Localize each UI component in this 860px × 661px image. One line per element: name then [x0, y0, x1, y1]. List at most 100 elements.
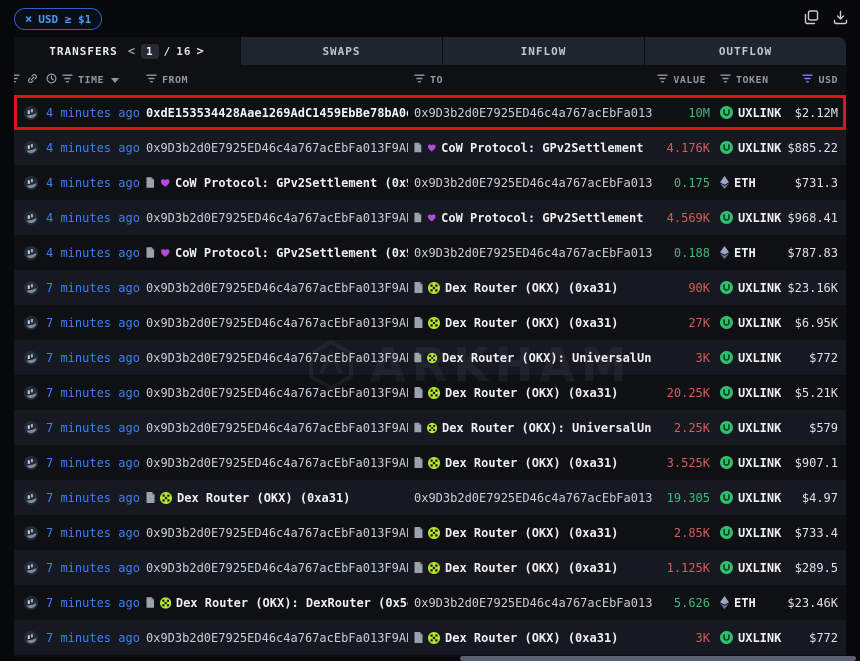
entity-link[interactable]: Dex Router (OKX) (0xa31) — [414, 386, 618, 400]
chain-explorer-cell[interactable] — [14, 596, 40, 610]
time-link[interactable]: 7 minutes ago — [40, 316, 140, 330]
table-row[interactable]: 7 minutes ago 0x9D3b2d0E7925ED46c4a767acE… — [14, 340, 846, 375]
address-link[interactable]: 0x9D3b2d0E7925ED46c4a767acEbFa013F9AB… — [146, 281, 408, 295]
table-row[interactable]: 7 minutes ago 0x9D3b2d0E7925ED46c4a767acE… — [14, 305, 846, 340]
address-link[interactable]: 0x9D3b2d0E7925ED46c4a767acEbFa013F9AB… — [146, 316, 408, 330]
chain-explorer-cell[interactable] — [14, 421, 40, 435]
time-link[interactable]: 7 minutes ago — [40, 596, 140, 610]
entity-link[interactable]: Dex Router (OKX) (0xa31) — [414, 561, 618, 575]
time-link[interactable]: 7 minutes ago — [40, 526, 140, 540]
tab-inflow[interactable]: INFLOW — [442, 37, 644, 65]
time-link[interactable]: 7 minutes ago — [40, 386, 140, 400]
token-cell[interactable]: UXLINK — [714, 526, 784, 540]
table-row[interactable]: 7 minutes ago0x9D3b2d0E7925ED46c4a767acE… — [14, 445, 846, 480]
token-cell[interactable]: UXLINK — [714, 491, 784, 505]
chain-explorer-cell[interactable] — [14, 281, 40, 295]
column-header-time[interactable]: TIME — [40, 73, 140, 87]
tab-outflow[interactable]: OUTFLOW — [644, 37, 846, 65]
token-cell[interactable]: UXLINK — [714, 631, 784, 645]
time-link[interactable]: 7 minutes ago — [40, 281, 140, 295]
table-row[interactable]: 7 minutes ago 0x9D3b2d0E7925ED46c4a767acE… — [14, 620, 846, 655]
token-cell[interactable]: UXLINK — [714, 316, 784, 330]
time-link[interactable]: 4 minutes ago — [40, 211, 140, 225]
table-row[interactable]: 4 minutes ago CoW Protocol: GPv2Settlemen… — [14, 165, 846, 200]
address-link[interactable]: 0x9D3b2d0E7925ED46c4a767acEbFa013F9AB… — [146, 141, 408, 155]
chain-explorer-cell[interactable] — [14, 561, 40, 575]
column-header-to[interactable]: TO — [408, 74, 652, 86]
chain-explorer-cell[interactable] — [14, 106, 40, 120]
copy-icon[interactable] — [804, 10, 819, 29]
address-link[interactable]: 0x9D3b2d0E7925ED46c4a767acEbFa013F9AB… — [414, 596, 652, 610]
chain-explorer-cell[interactable] — [14, 456, 40, 470]
token-cell[interactable]: UXLINK — [714, 211, 784, 225]
time-link[interactable]: 7 minutes ago — [40, 456, 140, 470]
token-cell[interactable]: ETH — [714, 246, 784, 260]
entity-link[interactable]: Dex Router (OKX) (0xa31) — [414, 526, 618, 540]
table-row[interactable]: 7 minutes ago Dex Router (OKX): DexRouter… — [14, 585, 846, 620]
horizontal-scrollbar[interactable] — [460, 656, 856, 661]
entity-link[interactable]: Dex Router (OKX) (0xa31) — [414, 631, 618, 645]
time-link[interactable]: 7 minutes ago — [40, 351, 140, 365]
column-header-from[interactable]: FROM — [140, 74, 408, 86]
table-row[interactable]: 7 minutes agoDex Router (OKX) (0xa31)0x9… — [14, 480, 846, 515]
address-link[interactable]: 0x9D3b2d0E7925ED46c4a767acEbFa013F9AB… — [414, 106, 652, 120]
entity-link[interactable]: Dex Router (OKX) (0xa31) — [414, 316, 618, 330]
entity-link[interactable]: Dex Router (OKX) (0xa31) — [414, 281, 618, 295]
filter-icon[interactable] — [657, 74, 668, 86]
filter-icon[interactable] — [720, 74, 731, 86]
download-icon[interactable] — [833, 10, 848, 29]
entity-link[interactable]: Dex Router (OKX): DexRouter (0x5e… — [146, 596, 408, 610]
entity-link[interactable]: Dex Router (OKX) (0xa31) — [146, 491, 350, 505]
table-row[interactable]: 4 minutes ago 0x9D3b2d0E7925ED46c4a767acE… — [14, 200, 846, 235]
address-link[interactable]: 0x9D3b2d0E7925ED46c4a767acEbFa013F9AB… — [146, 561, 408, 575]
entity-link[interactable]: CoW Protocol: GPv2Settlement (0x9… — [146, 176, 408, 190]
column-header-token[interactable]: TOKEN — [714, 74, 784, 86]
time-link[interactable]: 7 minutes ago — [40, 561, 140, 575]
chain-explorer-cell[interactable] — [14, 211, 40, 225]
address-link[interactable]: 0x9D3b2d0E7925ED46c4a767acEbFa013F9AB… — [146, 526, 408, 540]
filter-icon[interactable] — [146, 74, 157, 86]
chip-close-icon[interactable]: × — [25, 13, 32, 25]
token-cell[interactable]: UXLINK — [714, 106, 784, 120]
address-link[interactable]: 0xdE153534428Aae1269AdC1459EbBe78bA0e… — [146, 106, 408, 120]
chain-explorer-cell[interactable] — [14, 246, 40, 260]
table-row[interactable]: 7 minutes ago 0x9D3b2d0E7925ED46c4a767acE… — [14, 375, 846, 410]
page-prev-button[interactable]: < — [128, 44, 136, 58]
time-link[interactable]: 4 minutes ago — [40, 106, 140, 120]
token-cell[interactable]: UXLINK — [714, 421, 784, 435]
tab-transfers[interactable]: TRANSFERS < 1 / 16 > — [14, 37, 240, 65]
entity-link[interactable]: Dex Router (OKX): UniversalUniswa… — [414, 421, 652, 435]
link-icon[interactable] — [27, 73, 38, 87]
table-row[interactable]: 7 minutes ago 0x9D3b2d0E7925ED46c4a767acE… — [14, 270, 846, 305]
page-next-button[interactable]: > — [197, 44, 205, 58]
token-cell[interactable]: ETH — [714, 176, 784, 190]
entity-link[interactable]: CoW Protocol: GPv2Settlement (0x9… — [414, 211, 652, 225]
address-link[interactable]: 0x9D3b2d0E7925ED46c4a767acEbFa013F9AB… — [146, 421, 408, 435]
table-row[interactable]: 7 minutes ago 0x9D3b2d0E7925ED46c4a767acE… — [14, 550, 846, 585]
entity-link[interactable]: Dex Router (OKX): UniversalUniswa… — [414, 351, 652, 365]
time-link[interactable]: 7 minutes ago — [40, 491, 140, 505]
filter-icon[interactable] — [14, 74, 20, 86]
table-row[interactable]: 4 minutes ago0x9D3b2d0E7925ED46c4a767acE… — [14, 130, 846, 165]
token-cell[interactable]: ETH — [714, 596, 784, 610]
address-link[interactable]: 0x9D3b2d0E7925ED46c4a767acEbFa013F9AB… — [146, 211, 408, 225]
table-row[interactable]: 7 minutes ago 0x9D3b2d0E7925ED46c4a767acE… — [14, 410, 846, 445]
address-link[interactable]: 0x9D3b2d0E7925ED46c4a767acEbFa013F9AB… — [414, 246, 652, 260]
chain-explorer-cell[interactable] — [14, 491, 40, 505]
table-row[interactable]: 4 minutes agoCoW Protocol: GPv2Settlemen… — [14, 235, 846, 270]
address-link[interactable]: 0x9D3b2d0E7925ED46c4a767acEbFa013F9AB… — [146, 631, 408, 645]
entity-link[interactable]: Dex Router (OKX) (0xa31) — [414, 456, 618, 470]
token-cell[interactable]: UXLINK — [714, 561, 784, 575]
address-link[interactable]: 0x9D3b2d0E7925ED46c4a767acEbFa013F9AB… — [146, 386, 408, 400]
time-link[interactable]: 7 minutes ago — [40, 631, 140, 645]
address-link[interactable]: 0x9D3b2d0E7925ED46c4a767acEbFa013F9AB… — [146, 351, 408, 365]
tab-swaps[interactable]: SWAPS — [240, 37, 442, 65]
token-cell[interactable]: UXLINK — [714, 141, 784, 155]
token-cell[interactable]: UXLINK — [714, 281, 784, 295]
time-link[interactable]: 4 minutes ago — [40, 176, 140, 190]
chain-explorer-cell[interactable] — [14, 141, 40, 155]
entity-link[interactable]: CoW Protocol: GPv2Settlement (0x9… — [146, 246, 408, 260]
filter-icon[interactable] — [62, 74, 73, 86]
usd-filter-chip[interactable]: × USD ≥ $1 — [14, 8, 102, 30]
time-link[interactable]: 7 minutes ago — [40, 421, 140, 435]
